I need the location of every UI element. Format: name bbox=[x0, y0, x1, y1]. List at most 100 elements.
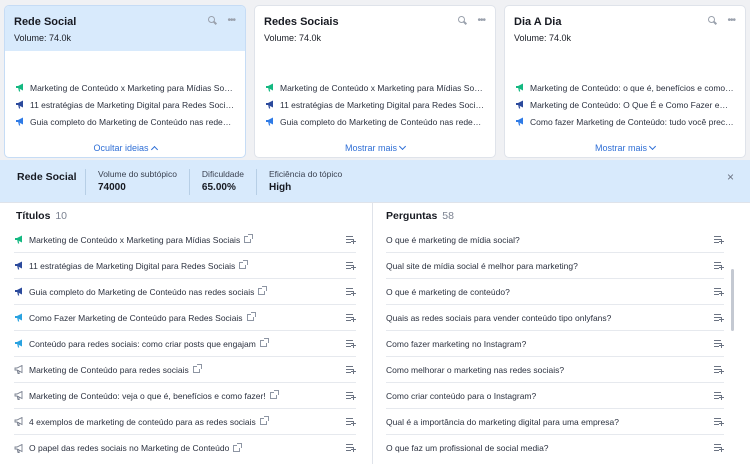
add-to-list-icon[interactable] bbox=[714, 262, 724, 270]
question-row[interactable]: Qual site de mídia social é melhor para … bbox=[386, 253, 724, 279]
megaphone-icon bbox=[16, 83, 23, 92]
add-to-list-icon[interactable] bbox=[714, 314, 724, 322]
question-row[interactable]: Como melhorar o marketing nas redes soci… bbox=[386, 357, 724, 383]
question-text: Como melhorar o marketing nas redes soci… bbox=[386, 364, 565, 375]
title-text[interactable]: Guia completo do Marketing de Conteúdo n… bbox=[29, 287, 254, 297]
external-link-icon[interactable] bbox=[239, 260, 249, 269]
external-link-icon[interactable] bbox=[258, 286, 268, 295]
external-link-icon[interactable] bbox=[246, 312, 256, 321]
more-options-icon[interactable]: ••• bbox=[477, 15, 485, 25]
metric-difficulty: Dificuldade 65.00% bbox=[188, 169, 256, 195]
search-icon[interactable] bbox=[708, 16, 717, 25]
add-to-list-icon[interactable] bbox=[714, 340, 724, 348]
titles-count: 10 bbox=[55, 210, 68, 222]
add-to-list-icon[interactable] bbox=[346, 444, 356, 452]
title-row[interactable]: 4 exemplos de marketing de conteúdo para… bbox=[14, 409, 356, 435]
card-title: Redes Sociais bbox=[264, 16, 339, 28]
add-to-list-icon[interactable] bbox=[346, 366, 356, 374]
title-text[interactable]: Marketing de Conteúdo x Marketing para M… bbox=[29, 235, 240, 245]
title-text[interactable]: Conteúdo para redes sociais: como criar … bbox=[29, 339, 256, 349]
question-text: Qual é a importância do marketing digita… bbox=[386, 416, 619, 427]
external-link-icon[interactable] bbox=[259, 338, 269, 347]
card-idea-item[interactable]: Marketing de Conteúdo: O Que É e Como Fa… bbox=[515, 96, 735, 113]
megaphone-icon bbox=[16, 100, 23, 109]
card-idea-item[interactable]: 11 estratégias de Marketing Digital para… bbox=[15, 96, 235, 113]
title-row[interactable]: Marketing de Conteúdo para redes sociais bbox=[14, 357, 356, 383]
card-idea-item[interactable]: Marketing de Conteúdo x Marketing para M… bbox=[15, 79, 235, 96]
title-row[interactable]: Marketing de Conteúdo x Marketing para M… bbox=[14, 227, 356, 253]
hide-ideas-link[interactable]: Ocultar ideias bbox=[5, 143, 245, 154]
external-link-icon[interactable] bbox=[244, 234, 254, 243]
title-row[interactable]: O papel das redes sociais no Marketing d… bbox=[14, 435, 356, 461]
add-to-list-icon[interactable] bbox=[346, 262, 356, 270]
metric-label: Eficiência do tópico bbox=[268, 169, 343, 179]
card-idea-item[interactable]: Guia completo do Marketing de Conteúdo n… bbox=[15, 113, 235, 130]
titles-heading: Títulos 10 bbox=[16, 210, 68, 222]
question-row[interactable]: Quais as redes sociais para vender conte… bbox=[386, 305, 724, 331]
title-text[interactable]: Marketing de Conteúdo: veja o que é, ben… bbox=[29, 391, 266, 401]
megaphone-icon bbox=[266, 100, 273, 109]
question-row[interactable]: O que é marketing de conteúdo? bbox=[386, 279, 724, 305]
search-icon[interactable] bbox=[458, 16, 467, 25]
card-idea-item[interactable]: Como fazer Marketing de Conteúdo: tudo v… bbox=[515, 113, 735, 130]
question-row[interactable]: Como criar conteúdo para o Instagram? bbox=[386, 383, 724, 409]
add-to-list-icon[interactable] bbox=[714, 418, 724, 426]
add-to-list-icon[interactable] bbox=[714, 236, 724, 244]
topic-card[interactable]: Redes Sociais Volume: 74.0k ••• Marketin… bbox=[254, 5, 496, 158]
card-idea-item[interactable]: 11 estratégias de Marketing Digital para… bbox=[265, 96, 485, 113]
title-row[interactable]: Conteúdo para redes sociais: como criar … bbox=[14, 331, 356, 357]
card-idea-item[interactable]: Guia completo do Marketing de Conteúdo n… bbox=[265, 113, 485, 130]
show-more-link[interactable]: Mostrar mais bbox=[505, 142, 745, 153]
titles-list: Marketing de Conteúdo x Marketing para M… bbox=[0, 227, 372, 461]
topic-detail: Rede Social Volume do subtópico 74000 Di… bbox=[0, 160, 750, 464]
add-to-list-icon[interactable] bbox=[714, 444, 724, 452]
title-text[interactable]: Como Fazer Marketing de Conteúdo para Re… bbox=[29, 313, 243, 323]
add-to-list-icon[interactable] bbox=[346, 418, 356, 426]
search-icon[interactable] bbox=[208, 16, 217, 25]
megaphone-icon bbox=[516, 100, 523, 109]
megaphone-icon bbox=[16, 117, 23, 126]
external-link-icon[interactable] bbox=[269, 390, 279, 399]
megaphone-icon bbox=[14, 417, 23, 426]
title-text[interactable]: 4 exemplos de marketing de conteúdo para… bbox=[29, 417, 256, 427]
more-options-icon[interactable]: ••• bbox=[227, 15, 235, 25]
question-text: Como fazer marketing no Instagram? bbox=[386, 338, 527, 349]
question-row[interactable]: O que é marketing de mídia social? bbox=[386, 227, 724, 253]
topic-card[interactable]: Rede Social Volume: 74.0k ••• Marketing … bbox=[4, 5, 246, 158]
metric-efficiency: Eficiência do tópico High bbox=[255, 169, 354, 195]
add-to-list-icon[interactable] bbox=[346, 288, 356, 296]
question-row[interactable]: Como fazer marketing no Instagram? bbox=[386, 331, 724, 357]
title-text[interactable]: O papel das redes sociais no Marketing d… bbox=[29, 443, 229, 453]
add-to-list-icon[interactable] bbox=[346, 236, 356, 244]
title-text[interactable]: 11 estratégias de Marketing Digital para… bbox=[29, 261, 235, 271]
external-link-icon[interactable] bbox=[233, 442, 243, 452]
megaphone-icon bbox=[14, 443, 23, 453]
title-row[interactable]: Marketing de Conteúdo: veja o que é, ben… bbox=[14, 383, 356, 409]
title-text[interactable]: Marketing de Conteúdo para redes sociais bbox=[29, 365, 189, 375]
show-more-link[interactable]: Mostrar mais bbox=[255, 142, 495, 153]
question-row[interactable]: O que faz um profissional de social medi… bbox=[386, 435, 724, 461]
title-row[interactable]: 11 estratégias de Marketing Digital para… bbox=[14, 253, 356, 279]
card-idea-item[interactable]: Marketing de Conteúdo x Marketing para M… bbox=[265, 79, 485, 96]
title-row[interactable]: Como Fazer Marketing de Conteúdo para Re… bbox=[14, 305, 356, 331]
question-text: Como criar conteúdo para o Instagram? bbox=[386, 390, 537, 401]
add-to-list-icon[interactable] bbox=[714, 392, 724, 400]
add-to-list-icon[interactable] bbox=[346, 314, 356, 322]
scrollbar[interactable] bbox=[731, 269, 734, 331]
add-to-list-icon[interactable] bbox=[714, 288, 724, 296]
external-link-icon[interactable] bbox=[192, 364, 202, 373]
add-to-list-icon[interactable] bbox=[346, 340, 356, 348]
title-row[interactable]: Guia completo do Marketing de Conteúdo n… bbox=[14, 279, 356, 305]
question-text: Qual site de mídia social é melhor para … bbox=[386, 260, 578, 271]
metric-value: 74000 bbox=[98, 182, 126, 193]
close-icon[interactable]: × bbox=[727, 170, 734, 184]
question-text: O que é marketing de mídia social? bbox=[386, 234, 520, 245]
card-idea-item[interactable]: Marketing de Conteúdo: o que é, benefíci… bbox=[515, 79, 735, 96]
megaphone-icon bbox=[15, 287, 22, 296]
question-row[interactable]: Qual é a importância do marketing digita… bbox=[386, 409, 724, 435]
add-to-list-icon[interactable] bbox=[714, 366, 724, 374]
add-to-list-icon[interactable] bbox=[346, 392, 356, 400]
more-options-icon[interactable]: ••• bbox=[727, 15, 735, 25]
external-link-icon[interactable] bbox=[259, 416, 269, 425]
topic-card[interactable]: Dia A Dia Volume: 74.0k ••• Marketing de… bbox=[504, 5, 746, 158]
